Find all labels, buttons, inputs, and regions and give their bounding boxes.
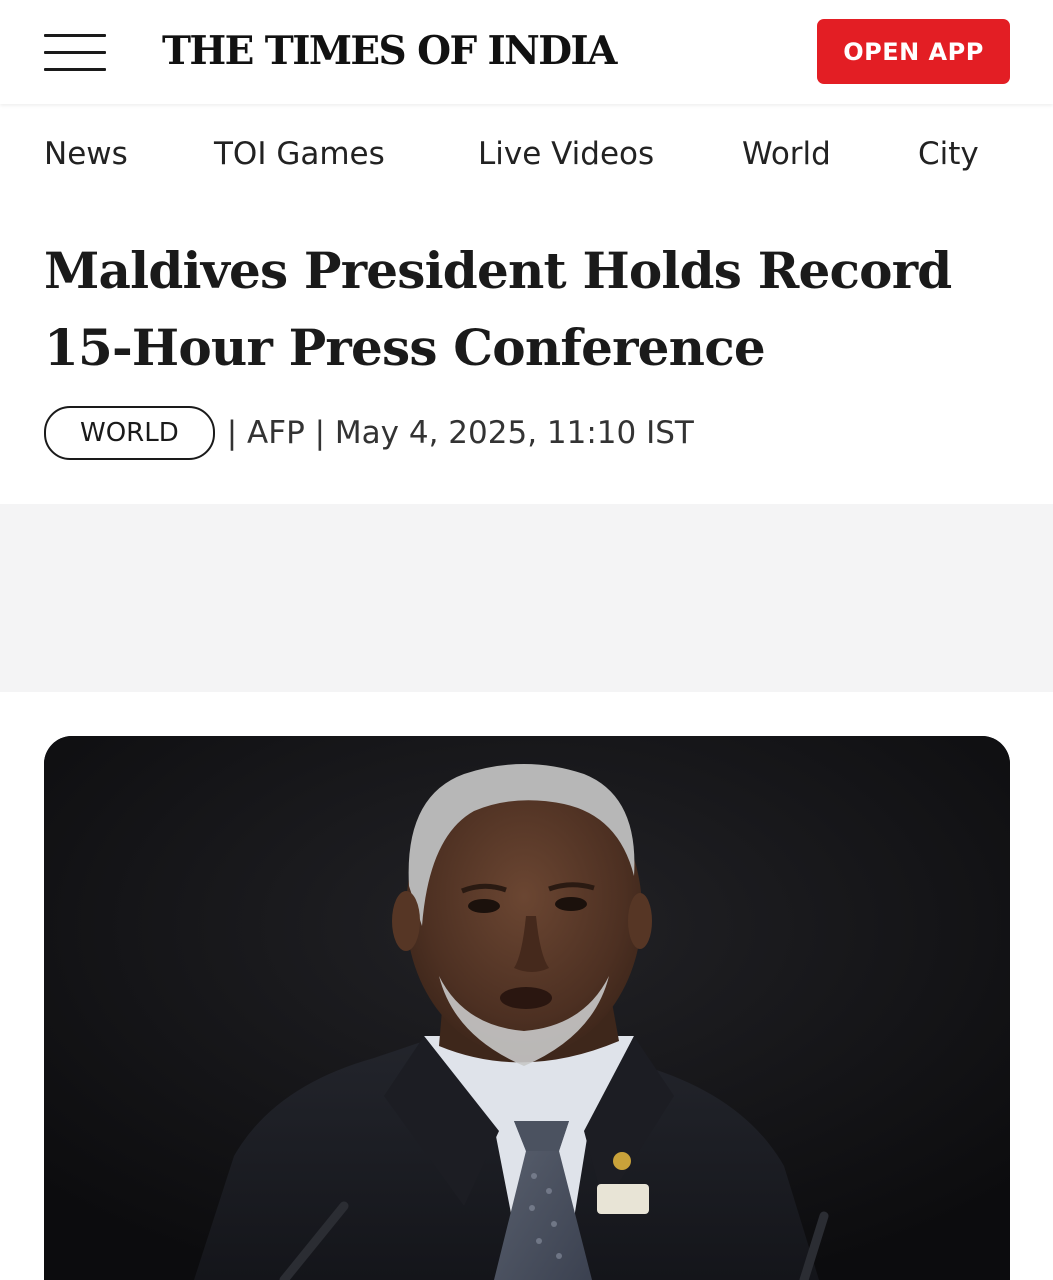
- hero-photo-illustration: [44, 736, 1010, 1280]
- menu-bar: [44, 34, 106, 37]
- site-logo[interactable]: THE TIMES OF INDIA: [162, 27, 617, 75]
- open-app-button[interactable]: OPEN APP: [817, 19, 1010, 84]
- hamburger-menu-icon[interactable]: [44, 34, 106, 74]
- nav-item-news[interactable]: News: [44, 134, 128, 174]
- article-byline: | AFP | May 4, 2025, 11:10 IST: [226, 415, 694, 451]
- nav-item-world[interactable]: World: [742, 134, 831, 174]
- nav-item-live-videos[interactable]: Live Videos: [478, 134, 654, 174]
- menu-bar: [44, 51, 106, 54]
- ad-placeholder: [0, 504, 1053, 692]
- top-header: THE TIMES OF INDIA OPEN APP: [0, 0, 1053, 104]
- section-nav: News TOI Games Live Videos World City: [0, 104, 1053, 204]
- article-hero-image[interactable]: [44, 736, 1010, 1280]
- nav-item-toi-games[interactable]: TOI Games: [214, 134, 385, 174]
- article-headline: Maldives President Holds Record 15-Hour …: [44, 241, 952, 377]
- article-meta: WORLD | AFP | May 4, 2025, 11:10 IST: [44, 406, 694, 460]
- section-tag[interactable]: WORLD: [44, 406, 215, 460]
- nav-item-city[interactable]: City: [918, 134, 979, 174]
- menu-bar: [44, 68, 106, 71]
